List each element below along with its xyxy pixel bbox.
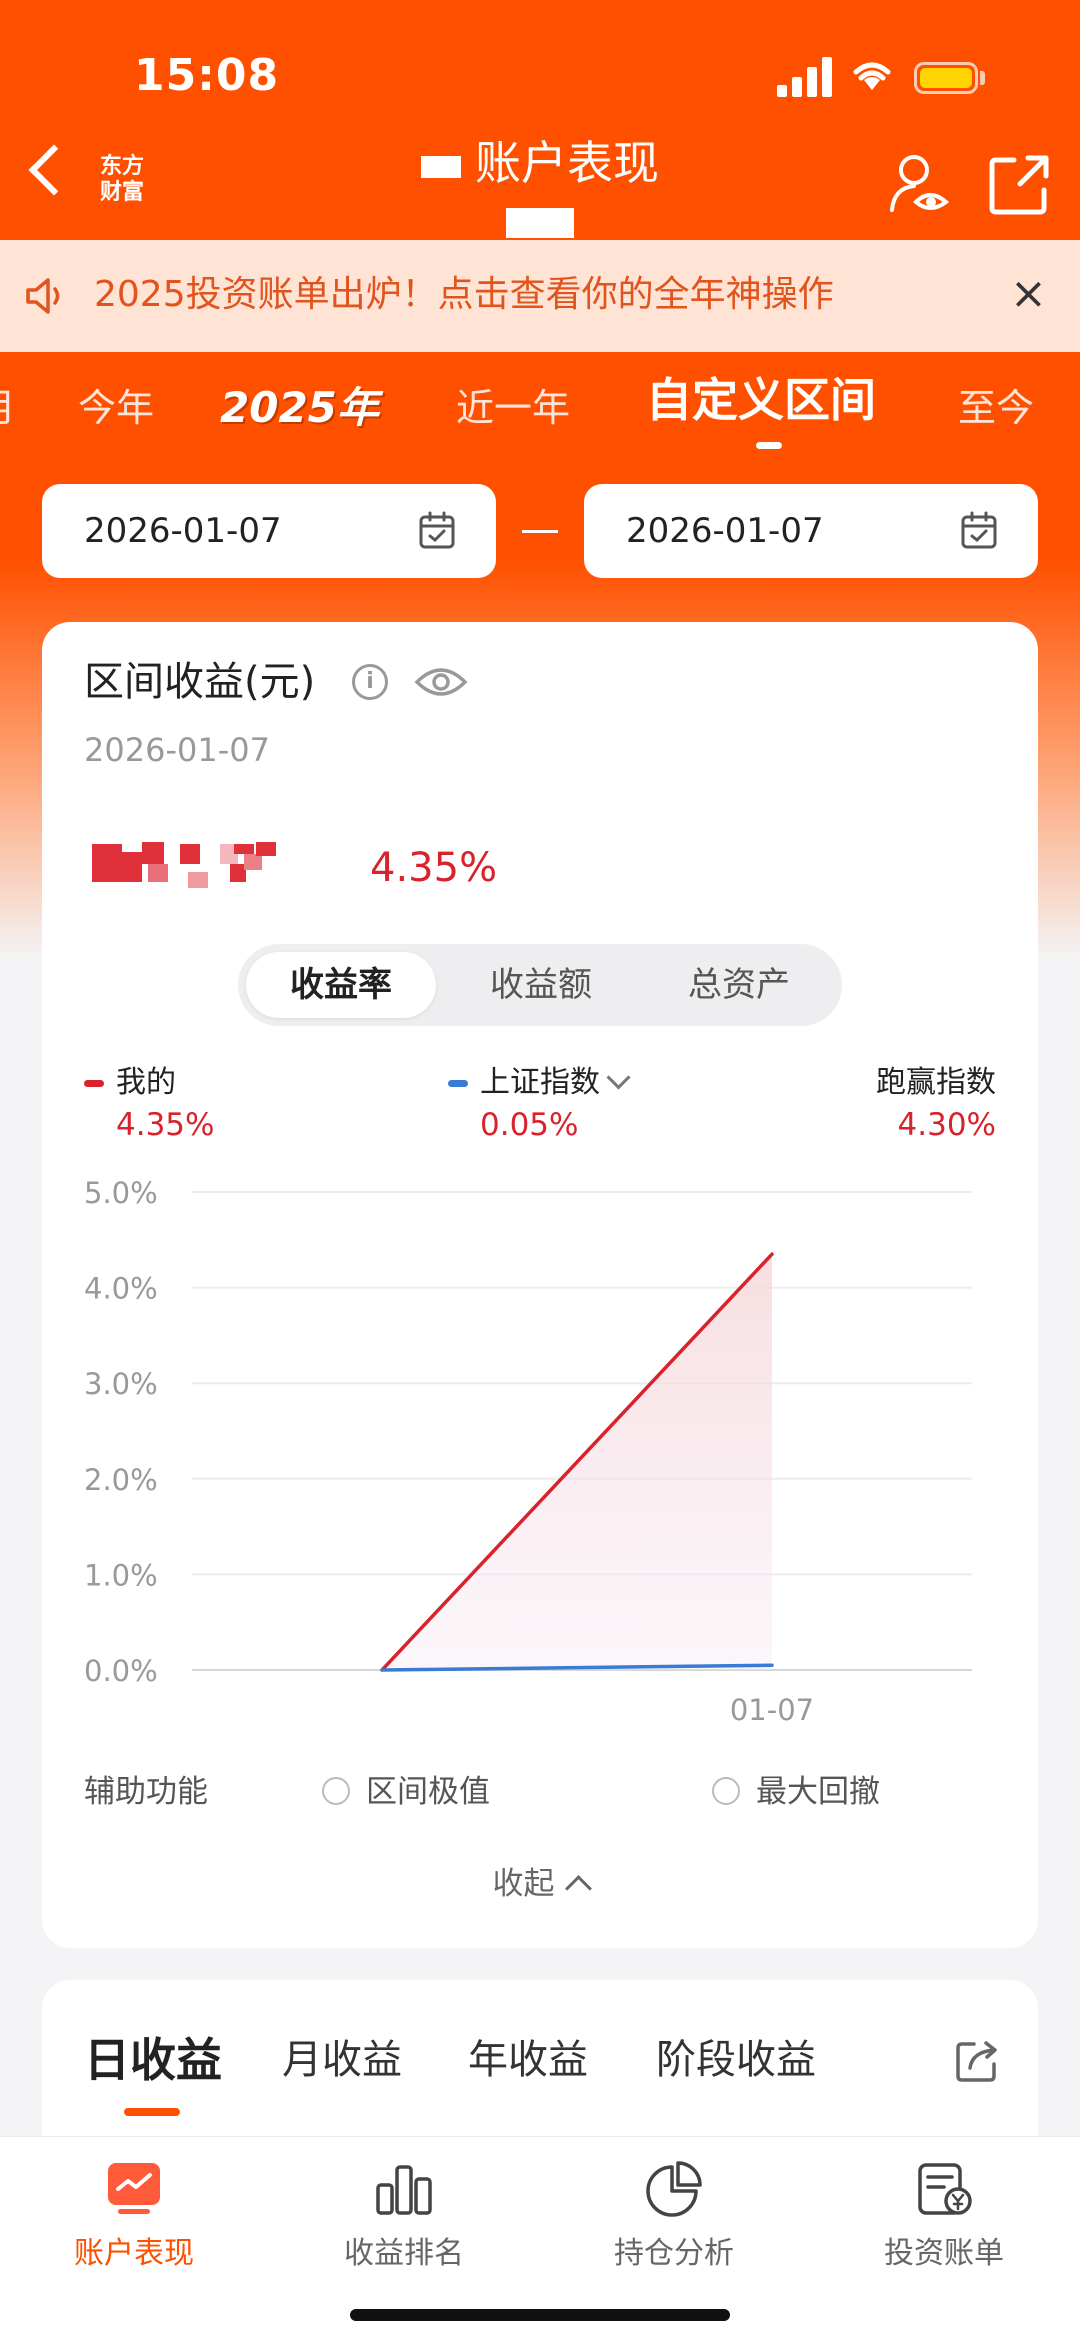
page-title-text: 账户表现	[475, 136, 659, 190]
start-date-picker[interactable]: 2026-01-07	[42, 484, 496, 578]
tab-this-year[interactable]: 今年	[78, 382, 154, 434]
info-icon[interactable]: i	[352, 664, 388, 700]
legend-value-beat: 4.30%	[897, 1107, 996, 1143]
legend-value-mine: 4.35%	[116, 1107, 215, 1143]
active-tab-indicator	[756, 442, 782, 449]
user-privacy-icon[interactable]	[886, 152, 950, 218]
nav-label: 账户表现	[74, 2236, 194, 2271]
interval-return-card: 区间收益(元) i 2026-01-07 4.35% 收益率 收益额 总资产 我…	[42, 622, 1038, 1948]
tab-monthly-income[interactable]: 月收益	[282, 2032, 402, 2088]
tab-2025[interactable]: 2025年	[220, 382, 379, 434]
nav-label: 投资账单	[884, 2236, 1004, 2271]
close-icon[interactable]: ×	[1010, 266, 1047, 322]
aux-option-label: 最大回撤	[756, 1774, 880, 1810]
tab-stage-income[interactable]: 阶段收益	[656, 2032, 816, 2088]
x-tick-label: 01-07	[730, 1693, 814, 1727]
tab-daily-income[interactable]: 日收益	[84, 2032, 222, 2088]
tab-yearly-income[interactable]: 年收益	[468, 2032, 588, 2088]
bottom-navigation: 账户表现 收益排名 持仓分析 投资账单	[0, 2136, 1080, 2343]
tab-to-date[interactable]: 至今	[958, 382, 1034, 434]
masked-account-name	[421, 155, 461, 178]
active-tab-indicator	[124, 2108, 180, 2116]
card-date: 2026-01-07	[84, 731, 270, 769]
wifi-icon	[850, 56, 894, 99]
legend-swatch-mine	[84, 1080, 104, 1087]
aux-option-max-drawdown[interactable]: 最大回撤	[712, 1770, 880, 1814]
legend-value-index: 0.05%	[480, 1107, 579, 1143]
radio-icon[interactable]	[712, 1776, 740, 1805]
metric-segmented-control: 收益率 收益额 总资产	[238, 944, 842, 1026]
eye-icon[interactable]	[414, 664, 468, 700]
battery-tip	[980, 71, 985, 85]
calendar-icon	[961, 511, 997, 549]
date-separator	[522, 530, 558, 533]
y-tick-label: 1.0%	[84, 1558, 158, 1592]
start-date: 2026-01-07	[84, 511, 282, 551]
y-tick-label: 5.0%	[84, 1176, 158, 1210]
y-tick-label: 2.0%	[84, 1463, 158, 1497]
share-icon[interactable]	[988, 154, 1050, 216]
return-percentage: 4.35%	[370, 845, 498, 891]
chevron-down-icon[interactable]	[606, 1065, 631, 1090]
collapse-button[interactable]: 收起	[42, 1862, 1038, 1906]
nav-label: 持仓分析	[614, 2236, 734, 2271]
legend-label-beat: 跑赢指数	[876, 1065, 996, 1100]
cellular-signal-icon	[777, 55, 833, 97]
tab-custom-range[interactable]: 自定义区间	[646, 374, 876, 426]
period-tabs: 月 今年 2025年 近一年 自定义区间 至今	[0, 360, 1080, 470]
aux-option-label: 区间极值	[366, 1774, 490, 1810]
chart-monitor-icon	[108, 2163, 160, 2214]
legend-label-index: 上证指数	[480, 1065, 600, 1100]
segment-return-rate[interactable]: 收益率	[246, 952, 436, 1018]
segment-total-assets[interactable]: 总资产	[644, 952, 834, 1018]
legend-beat: 跑赢指数 4.30%	[876, 1062, 996, 1147]
pie-chart-icon	[646, 2161, 702, 2217]
chevron-up-icon	[564, 1875, 592, 1902]
legend-mine: 我的 4.35%	[84, 1062, 214, 1147]
aux-function-label: 辅助功能	[84, 1774, 208, 1810]
segment-return-amount[interactable]: 收益额	[446, 952, 636, 1018]
masked-return-amount	[92, 842, 392, 902]
navigation-bar: 东方 财富 账户表现	[0, 130, 1080, 252]
home-indicator	[350, 2309, 730, 2321]
nav-investment-bill[interactable]: 投资账单	[824, 2159, 1064, 2275]
bar-chart-icon	[376, 2165, 432, 2215]
legend-label-mine: 我的	[116, 1065, 176, 1100]
y-tick-label: 4.0%	[84, 1272, 158, 1306]
y-tick-label: 3.0%	[84, 1367, 158, 1401]
card-title: 区间收益(元)	[84, 659, 316, 705]
tab-month[interactable]: 月	[0, 382, 16, 434]
collapse-label: 收起	[492, 1866, 555, 1902]
return-line-chart: 5.0% 4.0% 3.0% 2.0% 1.0% 0.0% 01-07	[84, 1176, 972, 1727]
bill-icon	[918, 2163, 972, 2215]
nav-return-ranking[interactable]: 收益排名	[284, 2159, 524, 2275]
nav-account-performance[interactable]: 账户表现	[14, 2159, 254, 2275]
export-icon[interactable]	[954, 2038, 1000, 2084]
legend-index[interactable]: 上证指数 0.05%	[448, 1062, 631, 1147]
nav-holdings-analysis[interactable]: 持仓分析	[554, 2159, 794, 2275]
speaker-icon	[26, 278, 60, 314]
battery-icon	[914, 62, 978, 94]
nav-label: 收益排名	[344, 2236, 464, 2271]
end-date: 2026-01-07	[626, 511, 824, 551]
y-tick-label: 0.0%	[84, 1654, 158, 1688]
aux-option-range-extremes[interactable]: 区间极值	[322, 1770, 490, 1814]
status-bar: 15:08	[0, 0, 1080, 150]
status-time: 15:08	[134, 50, 280, 101]
tab-last-year[interactable]: 近一年	[456, 382, 570, 434]
promo-banner[interactable]: 2025投资账单出炉！点击查看你的全年神操作 ×	[0, 240, 1080, 352]
legend-swatch-index	[448, 1080, 468, 1087]
calendar-icon	[419, 511, 455, 549]
banner-text: 2025投资账单出炉！点击查看你的全年神操作	[94, 274, 834, 315]
radio-icon[interactable]	[322, 1776, 350, 1805]
end-date-picker[interactable]: 2026-01-07	[584, 484, 1038, 578]
